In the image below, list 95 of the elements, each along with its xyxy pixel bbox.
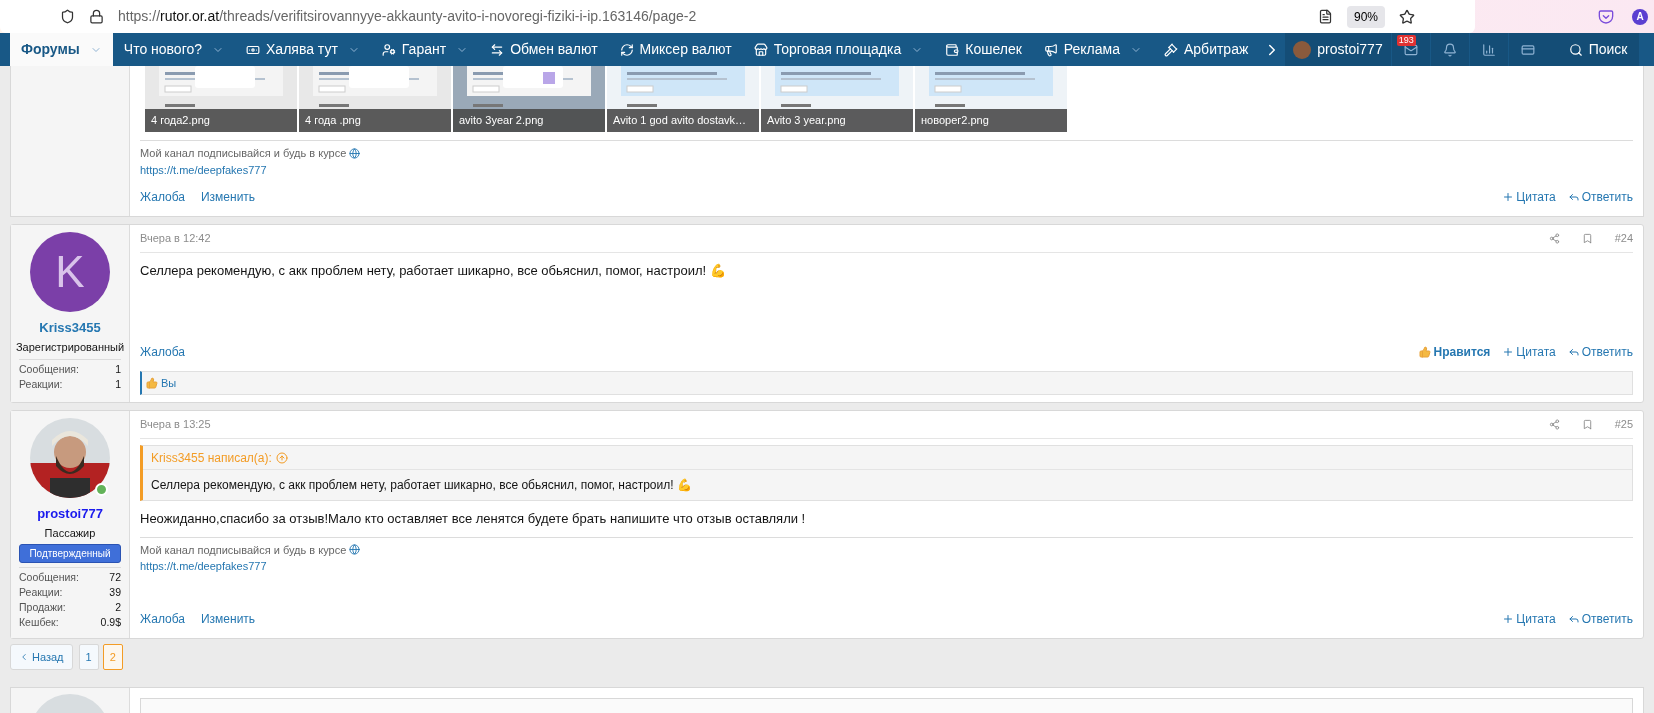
user-banner: Подтвержденный <box>19 544 121 563</box>
post-number[interactable]: #24 <box>1614 230 1633 247</box>
stat-value: 1 <box>115 377 121 392</box>
hammer-icon <box>1164 42 1178 57</box>
chart-icon[interactable] <box>1481 42 1496 57</box>
attachment-thumbnail[interactable]: Avito 1 god avito dostavk… <box>607 66 759 132</box>
user-avatar[interactable]: K <box>30 232 110 312</box>
attachment-thumbnail[interactable]: новорег2.png <box>915 66 1067 132</box>
shop-icon <box>753 42 768 57</box>
reply-icon <box>1567 613 1580 625</box>
post-date: Вчера в 12:42 <box>140 231 211 247</box>
user-title: Пассажир <box>44 525 96 541</box>
attachment-thumbnail[interactable]: 4 года .png <box>299 66 451 132</box>
plus-icon <box>1502 191 1515 203</box>
nav-tab[interactable]: Арбитраж <box>1153 33 1260 66</box>
nav-tab[interactable]: Гарант <box>370 33 480 66</box>
reply-icon <box>1567 346 1580 358</box>
notifications-icon[interactable] <box>1442 42 1457 57</box>
plus-icon <box>1502 346 1515 358</box>
post-action-link[interactable]: Изменить <box>201 610 256 628</box>
nav-tab[interactable]: Халява тут <box>235 33 371 66</box>
signature-text: Мой канал подписывайся и будь в курсе <box>140 146 347 161</box>
page-link[interactable]: 1 <box>78 644 99 670</box>
post-body: Неожиданно,спасибо за отзыв!Мало кто оставляет все ленятся будете брать напишите что отзыв оставляли ! <box>140 510 807 528</box>
post-action-link[interactable]: Изменить <box>201 188 256 206</box>
nav-tab[interactable]: Кошелек <box>934 33 1033 66</box>
stat-label: Сообщения: <box>19 570 79 585</box>
quote-button[interactable]: Цитата <box>1502 610 1556 628</box>
wallet-card-icon[interactable] <box>1520 42 1535 57</box>
nav-tab[interactable]: Реклама <box>1032 33 1153 66</box>
signature-text: Мой канал подписывайся и будь в курсе <box>140 542 347 558</box>
stat-label: Реакции: <box>19 377 63 392</box>
post-date: Вчера в 13:25 <box>140 417 211 433</box>
stat-value: 1 <box>115 362 121 377</box>
nav-tab[interactable]: Что нового? <box>112 33 235 66</box>
globe-icon <box>349 147 361 159</box>
bookmark-icon[interactable] <box>1581 419 1593 430</box>
post-action-link[interactable]: Жалоба <box>140 343 185 361</box>
signature-link[interactable]: https://t.me/deepfakes777 <box>140 163 267 176</box>
mail-icon <box>1403 42 1418 57</box>
zoom-level[interactable]: 90% <box>1346 5 1385 28</box>
reactions-bar[interactable]: Вы <box>140 371 1633 395</box>
post-action-link[interactable]: Жалоба <box>140 188 185 206</box>
megaphone-icon <box>1043 42 1058 57</box>
share-icon[interactable] <box>1548 419 1560 430</box>
search-icon <box>1568 42 1583 57</box>
user-title: Зарегистрированный <box>15 339 125 355</box>
wallet-icon <box>945 42 960 57</box>
nav-tab[interactable]: Обмен валют <box>479 33 609 66</box>
post-body: Селлера рекомендую, с акк проблем нету, работает шикарно, все обьяснил, помог, настроил! 💪 <box>140 262 727 280</box>
stat-value: 39 <box>109 585 121 600</box>
pocket-icon[interactable] <box>1598 8 1614 25</box>
reply-button[interactable]: Ответить <box>1567 343 1633 361</box>
stat-label: Реакции: <box>19 585 63 600</box>
nav-tab[interactable]: Торговая площадка <box>742 33 935 66</box>
signature-link[interactable]: https://t.me/deepfakes777 <box>140 560 267 572</box>
nav-tab[interactable]: Миксер валют <box>608 33 743 66</box>
url-field[interactable]: https://rutor.or.at/threads/verifitsirovannyye-akkaunty-avito-i-novoregi-fiziki-i-ip.163146/page-2 <box>118 6 1304 27</box>
share-icon[interactable] <box>1548 233 1560 244</box>
swap-arrows-icon <box>490 42 505 57</box>
attachment-thumbnail[interactable]: avito 3year 2.png <box>453 66 605 132</box>
post-action-link[interactable]: Жалоба <box>140 610 185 628</box>
attachment-thumbnail[interactable]: 4 года2.png <box>145 66 297 132</box>
stat-value: 72 <box>109 570 121 585</box>
stat-label: Продажи: <box>19 600 66 615</box>
reply-button[interactable]: Ответить <box>1567 610 1633 628</box>
reply-button[interactable]: Ответить <box>1567 188 1633 206</box>
thumbs-up-icon <box>1419 346 1432 358</box>
attachment-thumbnail[interactable]: Avito 3 year.png <box>761 66 913 132</box>
quote-button[interactable]: Цитата <box>1502 188 1556 206</box>
profile-avatar[interactable]: A <box>1632 8 1648 25</box>
reply-icon <box>1567 191 1580 203</box>
bookmark-icon[interactable] <box>1581 233 1593 244</box>
shield-icon[interactable] <box>60 9 75 24</box>
plus-icon <box>1502 613 1515 625</box>
user-gear-icon <box>381 42 396 57</box>
like-button[interactable]: Нравится <box>1419 343 1491 361</box>
stat-value: 2 <box>115 600 121 615</box>
chevron-left-icon <box>19 652 29 662</box>
stat-value: 0.9$ <box>100 615 121 630</box>
cycle-arrows-icon <box>619 42 634 57</box>
globe-icon <box>349 544 361 556</box>
username-link[interactable]: Kriss3455 <box>39 318 101 338</box>
quote-text: Селлера рекомендую, с акк проблем нету, работает шикарно, все обьяснил, помог, настроил! 💪 <box>150 477 693 494</box>
quote-button[interactable]: Цитата <box>1502 343 1556 361</box>
reader-view-icon[interactable] <box>1317 9 1333 24</box>
lock-icon[interactable] <box>89 9 104 24</box>
bookmark-star-icon[interactable] <box>1399 8 1415 25</box>
stat-label: Кешбек: <box>19 615 59 630</box>
post-number[interactable]: #25 <box>1614 416 1633 433</box>
user-menu[interactable]: prostoi777 <box>1285 33 1391 66</box>
stat-label: Сообщения: <box>19 362 79 377</box>
username-link[interactable]: prostoi777 <box>37 504 103 524</box>
back-button[interactable]: Назад <box>10 644 73 670</box>
nav-tab[interactable]: Форумы <box>10 33 113 66</box>
